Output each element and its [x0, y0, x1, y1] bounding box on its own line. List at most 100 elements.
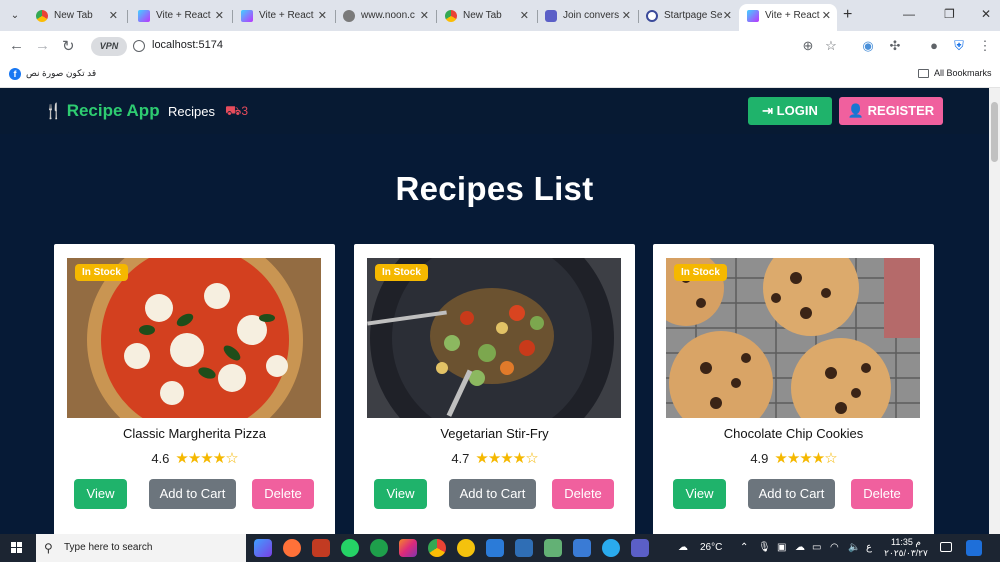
telegram-icon[interactable] — [602, 539, 620, 557]
teams-icon[interactable] — [631, 539, 649, 557]
tab-vite-react-active[interactable]: Vite + React ✕ — [739, 4, 837, 31]
taskbar-search[interactable]: ⚲ Type here to search — [36, 534, 246, 562]
minimize-icon[interactable]: — — [903, 7, 915, 21]
view-button[interactable]: View — [673, 479, 726, 509]
add-to-cart-button[interactable]: Add to Cart — [748, 479, 835, 509]
recipe-title: Classic Margherita Pizza — [122, 426, 267, 441]
tray-chevron-icon[interactable]: ⌃ — [740, 542, 748, 553]
search-icon: ⚲ — [44, 541, 53, 555]
startpage-icon — [646, 10, 658, 22]
tab-vite-react-2[interactable]: Vite + React ✕ — [233, 4, 333, 31]
clock-time: 11:35 م — [891, 537, 921, 547]
instagram-icon[interactable] — [399, 539, 417, 557]
tray-app-icon[interactable] — [966, 540, 982, 556]
reload-icon[interactable]: ↻ — [62, 37, 75, 55]
cart-link[interactable]: ⛟3 — [225, 103, 248, 121]
login-label: LOGIN — [776, 103, 818, 118]
delete-button[interactable]: Delete — [552, 479, 614, 509]
vpn-badge[interactable]: VPN — [91, 37, 127, 56]
tab-startpage[interactable]: Startpage Se ✕ — [638, 4, 738, 31]
forward-arrow-icon[interactable]: → — [35, 37, 50, 54]
teams-tray-icon[interactable]: ▣ — [777, 542, 786, 553]
photos-icon[interactable] — [573, 539, 591, 557]
page-scrollbar[interactable] — [989, 88, 1000, 534]
weather-temp[interactable]: 26°C — [700, 542, 722, 553]
tab-join-conversation[interactable]: Join convers ✕ — [537, 4, 637, 31]
tab-title: Vite + React — [259, 10, 314, 21]
vite-icon — [747, 10, 759, 22]
battery-icon[interactable]: ▭ — [812, 542, 821, 553]
menu-kebab-icon[interactable]: ⋮ — [978, 39, 992, 53]
register-button[interactable]: 👤 REGISTER — [839, 97, 943, 125]
globe-icon — [343, 10, 355, 22]
winrar-icon[interactable] — [312, 539, 330, 557]
whatsapp-icon[interactable] — [341, 539, 359, 557]
weather-icon[interactable]: ☁ — [678, 542, 688, 553]
nav-link-recipes[interactable]: Recipes — [168, 104, 215, 119]
stock-badge: In Stock — [674, 264, 727, 281]
close-icon[interactable]: ✕ — [420, 4, 429, 28]
chrome-canary-icon[interactable] — [457, 539, 475, 557]
tab-new-tab-2[interactable]: New Tab ✕ — [437, 4, 535, 31]
folder-icon — [918, 69, 929, 78]
close-icon[interactable]: ✕ — [520, 4, 529, 28]
clock[interactable]: 11:35 م ٢٠٢٥/٠٣/٢٧ — [880, 537, 932, 559]
add-to-cart-button[interactable]: Add to Cart — [449, 479, 536, 509]
tab-title: Vite + React — [765, 10, 820, 21]
close-icon[interactable]: ✕ — [622, 4, 631, 28]
browser-tabstrip: ⌄ New Tab ✕ Vite + React ✕ Vite + React … — [0, 0, 1000, 31]
close-icon[interactable]: ✕ — [215, 4, 224, 28]
windows-start-icon[interactable] — [11, 542, 23, 554]
recipe-rating: 4.6 ★★★★☆ — [54, 449, 335, 467]
notifications-icon[interactable] — [940, 542, 952, 552]
chrome-icon[interactable] — [428, 539, 446, 557]
upwork-icon[interactable] — [370, 539, 388, 557]
tab-search-chevron-icon[interactable]: ⌄ — [6, 7, 24, 25]
view-button[interactable]: View — [374, 479, 427, 509]
all-bookmarks-link[interactable]: All Bookmarks — [934, 68, 992, 78]
zoom-icon[interactable]: ⊕ — [801, 39, 815, 53]
brand-logo[interactable]: 🍴 Recipe App — [44, 101, 160, 121]
tab-noon[interactable]: www.noon.c ✕ — [335, 4, 435, 31]
view-button[interactable]: View — [74, 479, 127, 509]
site-info-icon[interactable] — [133, 40, 145, 52]
maximize-icon[interactable]: ❐ — [944, 7, 955, 21]
login-button[interactable]: ⇥ LOGIN — [748, 97, 832, 125]
window-close-icon[interactable]: ✕ — [981, 7, 991, 21]
star-rating-icon: ★★★★☆ — [175, 450, 238, 467]
close-icon[interactable]: ✕ — [723, 4, 732, 28]
vscode-icon[interactable] — [486, 539, 504, 557]
bookmark-star-icon[interactable]: ☆ — [824, 39, 838, 53]
close-icon[interactable]: ✕ — [109, 4, 118, 28]
onedrive-icon[interactable]: ☁ — [795, 542, 805, 553]
bookmark-item[interactable]: قد تكون صورة نص — [26, 68, 96, 79]
delete-button[interactable]: Delete — [252, 479, 314, 509]
address-bar[interactable]: localhost:5174 — [152, 39, 223, 51]
wifi-icon[interactable]: ◠ — [830, 542, 839, 553]
profile-icon[interactable]: ● — [927, 39, 941, 53]
shield-icon[interactable]: ⛨ — [952, 39, 966, 53]
recipe-title: Vegetarian Stir-Fry — [440, 426, 549, 441]
add-to-cart-button[interactable]: Add to Cart — [149, 479, 236, 509]
scrollbar-thumb[interactable] — [991, 102, 998, 162]
tab-vite-react-1[interactable]: Vite + React ✕ — [130, 4, 230, 31]
windows-taskbar: ⚲ Type here to search ☁ 26°C ⌃ 🎙 ▣ ☁ ▭ ◠… — [0, 534, 1000, 562]
extension-translate-icon[interactable]: ◉ — [861, 39, 875, 53]
file-manager-icon[interactable] — [515, 539, 533, 557]
firefox-icon[interactable] — [283, 539, 301, 557]
microphone-icon[interactable]: 🎙 — [758, 542, 771, 553]
extensions-puzzle-icon[interactable]: ✣ — [888, 39, 902, 53]
close-icon[interactable]: ✕ — [822, 4, 831, 28]
volume-icon[interactable]: 🔈 — [848, 542, 860, 553]
language-indicator[interactable]: ع — [866, 542, 872, 553]
stock-badge: In Stock — [75, 264, 128, 281]
back-arrow-icon[interactable]: ← — [9, 37, 24, 54]
facebook-icon[interactable]: f — [9, 68, 21, 80]
tab-new-tab-1[interactable]: New Tab ✕ — [28, 4, 124, 31]
close-icon[interactable]: ✕ — [318, 4, 327, 28]
new-tab-button[interactable]: + — [843, 6, 852, 24]
copilot-icon[interactable] — [254, 539, 272, 557]
delete-button[interactable]: Delete — [851, 479, 913, 509]
app-icon[interactable] — [544, 539, 562, 557]
recipe-card: In Stock Classic Margherita Pizza 4.6 ★★★… — [54, 244, 335, 544]
